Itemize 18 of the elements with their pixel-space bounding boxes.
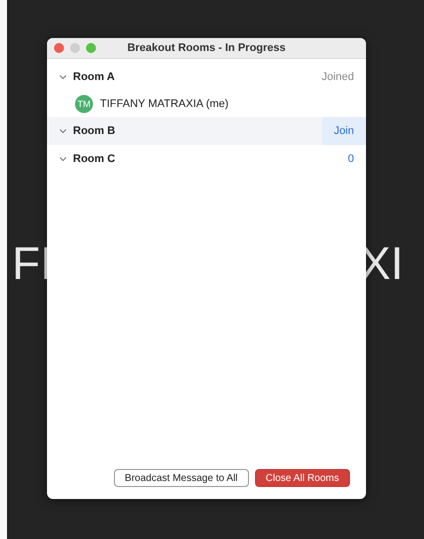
close-all-rooms-button[interactable]: Close All Rooms — [254, 469, 350, 487]
room-name: Room B — [73, 125, 116, 137]
room-name: Room A — [73, 71, 116, 83]
participant-count: 0 — [346, 152, 355, 167]
avatar: TM — [75, 95, 93, 113]
close-icon[interactable] — [54, 43, 64, 53]
chevron-icon[interactable] — [59, 73, 67, 81]
window-title: Breakout Rooms - In Progress — [127, 42, 286, 54]
join-button[interactable]: Join — [322, 117, 366, 145]
broadcast-button[interactable]: Broadcast Message to All — [114, 469, 249, 487]
room-row[interactable]: Room A Joined — [47, 63, 366, 91]
room-row[interactable]: Room C 0 — [47, 145, 366, 173]
room-row[interactable]: Room B Join — [47, 117, 366, 145]
chevron-icon[interactable] — [59, 127, 67, 135]
participant-name: TIFFANY MATRAXIA (me) — [100, 98, 229, 110]
chevron-icon[interactable] — [59, 155, 67, 163]
room-name: Room C — [73, 153, 116, 165]
room-status: Joined — [320, 70, 355, 85]
